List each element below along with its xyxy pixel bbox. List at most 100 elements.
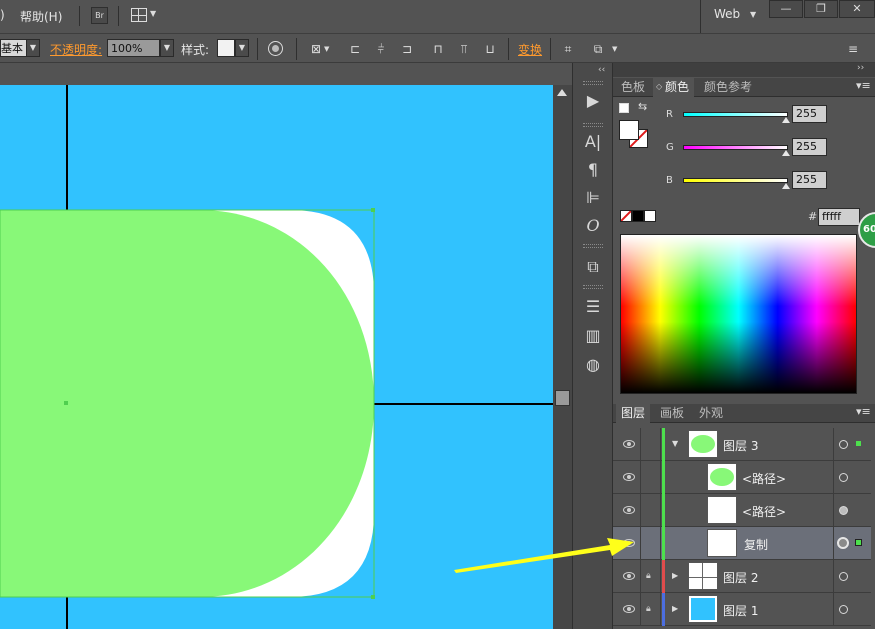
layer-row[interactable]: <路径>: [613, 494, 871, 527]
layer-name[interactable]: 图层 3: [723, 437, 758, 454]
layer-name[interactable]: <路径>: [742, 503, 786, 520]
panel-menu-icon[interactable]: ≡: [845, 41, 861, 57]
align-panel-icon[interactable]: ⊫: [583, 188, 603, 208]
grip-handle[interactable]: [583, 244, 603, 248]
tab-artboards[interactable]: 画板: [655, 404, 689, 423]
b-slider[interactable]: [683, 178, 788, 183]
transform-each-icon[interactable]: ⧉: [590, 41, 606, 57]
isolate-icon[interactable]: ⌗: [560, 41, 576, 57]
target-circle-icon[interactable]: [837, 537, 849, 549]
align-top-icon[interactable]: ⊓: [430, 41, 446, 57]
r-value-input[interactable]: 255: [792, 105, 827, 123]
swap-fill-stroke-icon[interactable]: ⇆: [638, 100, 647, 113]
grip-handle[interactable]: [583, 285, 603, 289]
tab-appearance[interactable]: 外观: [694, 404, 728, 423]
close-button[interactable]: ✕: [839, 0, 875, 18]
b-slider-thumb[interactable]: [782, 183, 790, 189]
expand-arrow-icon[interactable]: ▶: [672, 604, 678, 613]
chevron-down-icon[interactable]: ▼: [160, 39, 174, 57]
align-left-icon[interactable]: ⊏: [347, 41, 363, 57]
pathfinder-icon[interactable]: ⧉: [583, 257, 603, 277]
layer-name[interactable]: <路径>: [742, 470, 786, 487]
chevron-down-icon[interactable]: ▼: [26, 39, 40, 57]
collapse-icon[interactable]: ‹‹: [598, 65, 605, 75]
opacity-label[interactable]: 不透明度:: [50, 41, 102, 58]
none-swatch[interactable]: [620, 210, 632, 222]
scroll-thumb[interactable]: [555, 390, 570, 406]
menu-item-partial[interactable]: ): [0, 8, 5, 22]
minimize-button[interactable]: —: [769, 0, 803, 18]
grip-handle[interactable]: [583, 81, 603, 85]
color-spectrum[interactable]: [620, 234, 857, 394]
lock-icon[interactable]: 🔒︎: [646, 604, 654, 614]
visibility-eye-icon[interactable]: [623, 473, 635, 481]
layer-row[interactable]: ▼ 图层 3: [613, 428, 871, 461]
opacity-input[interactable]: 100%: [107, 39, 160, 57]
white-swatch[interactable]: [644, 210, 656, 222]
recolor-artwork-icon[interactable]: [268, 41, 283, 56]
panel-menu-icon[interactable]: ▾≡: [856, 405, 871, 418]
r-slider-thumb[interactable]: [782, 117, 790, 123]
align-right-icon[interactable]: ⊐: [399, 41, 415, 57]
layer-row[interactable]: 🔒︎ ▶ 图层 2: [613, 560, 871, 593]
chevron-down-icon[interactable]: ▼: [235, 39, 249, 57]
stroke-icon[interactable]: ☰: [583, 297, 603, 317]
bridge-button[interactable]: Br: [91, 7, 108, 24]
black-swatch[interactable]: [632, 210, 644, 222]
transparency-icon[interactable]: ◍: [583, 355, 603, 375]
target-circle-icon[interactable]: [839, 473, 848, 482]
panel-options-icon[interactable]: ◇: [656, 82, 662, 91]
align-bottom-icon[interactable]: ⊔: [482, 41, 498, 57]
target-circle-icon[interactable]: [839, 572, 848, 581]
panel-menu-icon[interactable]: ▾≡: [856, 79, 871, 92]
expand-arrow-icon[interactable]: ▶: [672, 571, 678, 580]
lock-icon[interactable]: 🔒︎: [646, 571, 654, 581]
layer-name[interactable]: 图层 1: [723, 602, 758, 619]
layer-row[interactable]: 🔒︎ ▶ 图层 1: [613, 593, 871, 626]
fill-swatch[interactable]: [619, 120, 639, 140]
workspace-switcher[interactable]: Web: [714, 7, 740, 21]
stroke-profile-dropdown[interactable]: 基本: [0, 39, 27, 57]
graphic-style-swatch[interactable]: [217, 39, 235, 57]
play-actions-icon[interactable]: ▶: [583, 91, 603, 111]
scroll-up-icon[interactable]: [557, 89, 567, 96]
paragraph-icon[interactable]: ¶: [583, 160, 603, 180]
visibility-eye-icon[interactable]: [623, 605, 635, 613]
visibility-eye-icon[interactable]: [623, 440, 635, 448]
chevron-down-icon[interactable]: ▼: [750, 10, 756, 19]
target-circle-icon[interactable]: [839, 506, 848, 515]
expand-icon[interactable]: ››: [857, 63, 864, 73]
default-fill-stroke-icon[interactable]: [619, 103, 629, 113]
tab-color-guide[interactable]: 颜色参考: [699, 78, 757, 97]
transform-link[interactable]: 变换: [518, 41, 542, 58]
chevron-down-icon[interactable]: ▼: [612, 45, 617, 53]
target-circle-icon[interactable]: [839, 605, 848, 614]
opentype-icon[interactable]: O: [583, 216, 603, 236]
r-slider[interactable]: [683, 112, 788, 117]
expand-arrow-icon[interactable]: ▼: [672, 439, 678, 448]
layer-name[interactable]: 复制: [744, 536, 768, 553]
b-value-input[interactable]: 255: [792, 171, 827, 189]
restore-button[interactable]: ❐: [804, 0, 838, 18]
chevron-down-icon[interactable]: ▼: [324, 45, 329, 53]
gradient-icon[interactable]: ▥: [583, 326, 603, 346]
align-horizontal-center-icon[interactable]: ⫩: [373, 41, 389, 57]
align-to-icon[interactable]: ⊠: [308, 41, 324, 57]
layer-name[interactable]: 图层 2: [723, 569, 758, 586]
hex-input[interactable]: fffff: [818, 208, 860, 226]
target-circle-icon[interactable]: [839, 440, 848, 449]
menu-item-help[interactable]: 帮助(H): [20, 8, 62, 25]
layer-row-selected[interactable]: 复制: [613, 527, 871, 560]
tab-layers[interactable]: 图层: [616, 404, 651, 423]
grip-handle[interactable]: [583, 123, 603, 127]
align-vertical-center-icon[interactable]: ⫪: [456, 41, 472, 57]
g-value-input[interactable]: 255: [792, 138, 827, 156]
layer-row[interactable]: <路径>: [613, 461, 871, 494]
visibility-eye-icon[interactable]: [623, 506, 635, 514]
tab-swatches[interactable]: 色板: [616, 78, 650, 97]
arrange-documents-icon[interactable]: [131, 8, 147, 22]
g-slider[interactable]: [683, 145, 788, 150]
chevron-down-icon[interactable]: ▼: [150, 9, 156, 18]
g-slider-thumb[interactable]: [782, 150, 790, 156]
character-icon[interactable]: A|: [583, 132, 603, 152]
